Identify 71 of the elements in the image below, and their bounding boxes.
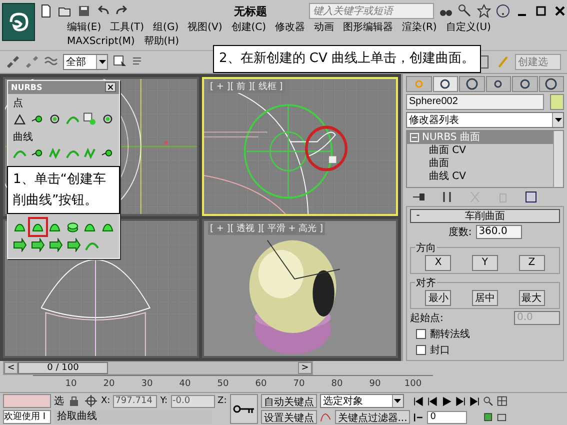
menu-item[interactable]: 工具(T): [110, 22, 144, 34]
axis-button[interactable]: X: [425, 254, 452, 271]
menu-item[interactable]: MAXScript(M): [67, 36, 135, 48]
axis-button[interactable]: Y: [472, 254, 498, 271]
tick-label: 10: [65, 379, 77, 390]
tick-label: 50: [217, 379, 229, 390]
search-field[interactable]: 键入关键字或短语: [309, 3, 434, 19]
coordinate-field[interactable]: -0.0: [170, 394, 215, 408]
set-key-button[interactable]: 设置关键点: [260, 410, 317, 424]
menu-item[interactable]: 图形编辑器: [343, 22, 394, 34]
tick-label: 30: [141, 379, 153, 390]
rollout-header[interactable]: - 车削曲面: [410, 208, 560, 223]
field-label: 起始点:: [410, 312, 444, 325]
stack-item[interactable]: 曲面: [407, 156, 553, 170]
auto-key-button[interactable]: 自动关键点: [260, 394, 317, 408]
checkbox-label: 封口: [430, 344, 450, 357]
lock-label: 选: [54, 394, 64, 408]
align-button[interactable]: 最小: [425, 290, 452, 306]
viewport-label[interactable]: [ + ][ 前 ][ 线框 ]: [208, 80, 285, 93]
menu-item[interactable]: 组(G): [153, 22, 179, 34]
panel-title: NURBS: [11, 82, 42, 92]
frame-field[interactable]: 0: [427, 410, 468, 424]
tick-label: 80: [331, 379, 343, 390]
time-slider[interactable]: < 0 / 100 >: [3, 361, 313, 376]
stack-item[interactable]: 曲面 CV: [407, 144, 553, 157]
window-title: 无标题: [234, 4, 268, 18]
axis-button[interactable]: Z: [518, 254, 545, 271]
menu-item[interactable]: 创建(C): [231, 22, 266, 34]
instruction-tooltip: 1、单击“创建车削曲线”按钮。: [7, 166, 120, 214]
align-button[interactable]: 最大: [518, 290, 545, 306]
viewport[interactable]: [ + ][ 透视 ][ 平滑 + 高光 ]: [202, 218, 398, 358]
stack-item[interactable]: 曲线 CV: [407, 170, 553, 183]
close-button[interactable]: ×: [105, 82, 116, 92]
coordinate-label: Z:: [218, 396, 227, 406]
menu-item[interactable]: 视图(V): [188, 22, 222, 34]
section-label: 点: [12, 96, 24, 110]
key-mode-dropdown[interactable]: 选定对象: [320, 394, 404, 408]
menu-item[interactable]: 渲染(R): [402, 22, 437, 34]
tick-label: 20: [103, 379, 115, 390]
degrees-field[interactable]: 360.0: [476, 224, 522, 239]
prompt-text: 拾取曲线: [54, 410, 212, 424]
modifier-list-dropdown[interactable]: 修改器列表: [406, 112, 564, 128]
key-filters-button[interactable]: 关键点过滤器...: [334, 410, 410, 424]
viewport-label[interactable]: [ + ][ 透视 ][ 平滑 + 高光 ]: [208, 222, 326, 235]
checkbox-label: 翻转法线: [430, 328, 470, 341]
object-name-field[interactable]: Sphere002: [406, 94, 544, 110]
align-button[interactable]: 居中: [472, 290, 498, 306]
selection-filter-dropdown[interactable]: 全部: [63, 54, 108, 70]
viewport[interactable]: [ + ][ 前 ][ 线框 ]: [202, 76, 398, 216]
menu-item[interactable]: 编辑(E): [67, 22, 102, 34]
group-title: 方向: [415, 242, 437, 255]
welcome-text: 欢迎使用 I: [3, 410, 51, 424]
coordinate-field[interactable]: 797.714: [113, 394, 158, 408]
coordinate-label: Y:: [160, 396, 168, 406]
tick-label: 100: [404, 379, 422, 390]
menu-item[interactable]: 自定义(U): [446, 22, 491, 34]
instruction-tooltip: 2、在新创建的 CV 曲线上单击，创建曲面。: [213, 45, 481, 73]
tick-label: 70: [293, 379, 305, 390]
tick-label: 40: [179, 379, 191, 390]
coordinate-label: X:: [101, 396, 110, 406]
menu-item[interactable]: 帮助(H): [144, 36, 180, 48]
field-label: 度数:: [448, 226, 472, 239]
menu-item[interactable]: 动画: [314, 22, 334, 34]
next-frame-button[interactable]: >: [298, 362, 312, 374]
group-title: 对齐: [415, 276, 437, 290]
previous-frame-button[interactable]: <: [4, 362, 18, 374]
menu-item[interactable]: 修改器: [275, 22, 306, 34]
tick-label: 90: [369, 379, 381, 390]
slider-thumb[interactable]: 0 / 100: [18, 362, 108, 374]
section-label: 曲线: [12, 130, 34, 144]
tick-label: 60: [255, 379, 267, 390]
